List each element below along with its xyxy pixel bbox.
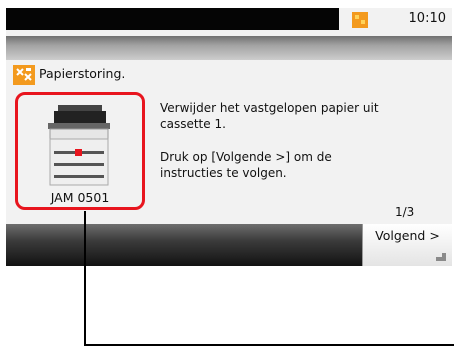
message-area: Papierstoring. JAM 0501 Verwijder het va… xyxy=(6,60,452,224)
printer-illustration-frame: JAM 0501 xyxy=(15,92,145,210)
error-title: Papierstoring. xyxy=(39,66,126,81)
paper-jam-icon xyxy=(13,65,35,85)
status-message-area xyxy=(6,8,339,30)
next-button[interactable]: Volgend > xyxy=(362,224,452,266)
bottom-bar: Volgend > xyxy=(6,224,452,266)
next-button-label: Volgend > xyxy=(375,228,440,243)
page-indicator: 1/3 xyxy=(395,205,415,219)
instruction-text-2: Druk op [Volgende >] om de instructies t… xyxy=(160,150,332,180)
instruction-text-1: Verwijder het vastgelopen papier uit cas… xyxy=(160,101,379,131)
touch-corner-icon xyxy=(436,253,446,261)
touch-panel-screen: 10:10 Papierstoring. JAM 0501 Verwijder … xyxy=(6,8,452,266)
clock: 10:10 xyxy=(408,11,446,26)
title-bar xyxy=(6,36,452,60)
notice-icon[interactable] xyxy=(352,12,368,28)
jam-code: JAM 0501 xyxy=(50,190,110,205)
printer-icon xyxy=(48,105,110,186)
status-bar: 10:10 xyxy=(6,8,452,36)
